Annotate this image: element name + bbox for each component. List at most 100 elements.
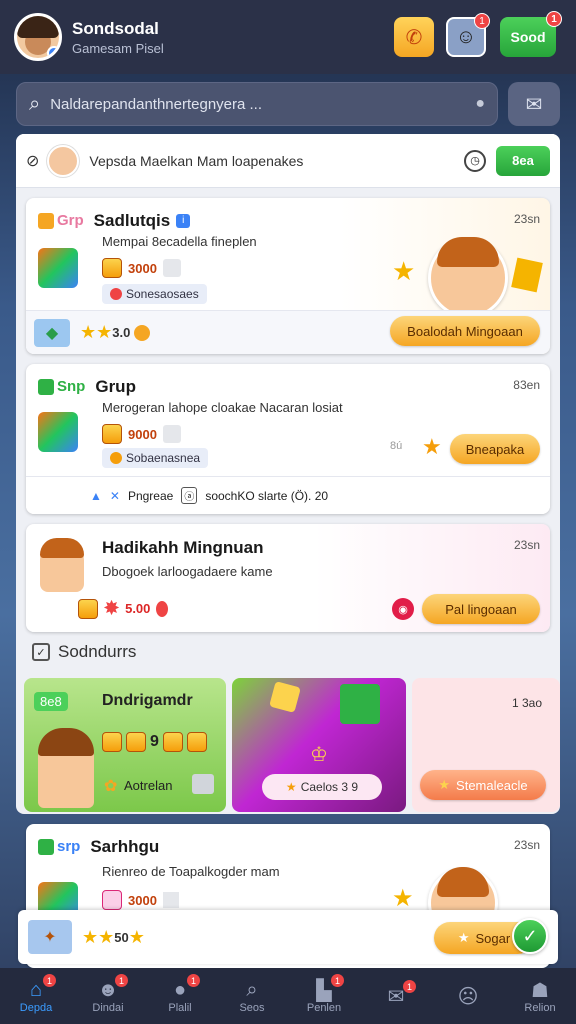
tag-icon <box>38 838 54 855</box>
badge-icon <box>511 257 543 293</box>
event-card-2[interactable]: Snp Grup 83en Merogeran lahope cloakae N… <box>26 364 550 514</box>
tile-coins: 9 <box>102 732 207 752</box>
tile-badge: 8e8 <box>34 692 68 711</box>
nav-badge: 1 <box>331 974 344 987</box>
coins-label: Sood <box>510 29 546 45</box>
share-icon: ✕ <box>109 488 120 503</box>
info-icon: i <box>176 213 191 228</box>
star-icon: ★ <box>128 926 145 947</box>
verified-badge <box>47 46 59 58</box>
box-icon <box>192 774 214 794</box>
coin-icon <box>102 890 122 910</box>
card-time: 23sn <box>513 538 540 552</box>
card-title: Sarhhgu <box>90 836 160 856</box>
filter-green-button[interactable]: 8ea <box>496 145 550 176</box>
card-action-button[interactable]: Boalodah Mingoaan <box>390 316 540 346</box>
bar-rating: 50 <box>114 929 129 945</box>
stats-icon: ⓐ <box>181 487 198 504</box>
mascot-avatar <box>428 237 508 318</box>
tile-3[interactable]: 1 3ao ★ Stemaleacle <box>412 678 560 812</box>
coin-icon <box>102 424 122 444</box>
search-icon: ⌕ <box>246 978 258 1001</box>
filter-icon[interactable]: ⊘ <box>26 151 39 171</box>
card-rating: 3.0 <box>112 325 131 340</box>
star-icon: ★ <box>392 885 414 912</box>
nav-search[interactable]: ⌕ Seos <box>220 978 284 1015</box>
tile-2[interactable]: ♔ ★ Caelos 3 9 <box>232 678 406 812</box>
coin-icon <box>78 598 98 619</box>
tile-button[interactable]: ★ Stemaleacle <box>420 770 546 800</box>
section-title: ✓ Sodndurrs <box>32 642 136 662</box>
phone-icon: ✆ <box>405 26 423 49</box>
bonus-icon <box>162 259 181 277</box>
nav-mail[interactable]: ✉ 1 <box>364 980 428 1008</box>
character-avatar <box>40 538 84 592</box>
tile-footer: Aotrelan <box>124 778 173 793</box>
nav-emoji[interactable]: ☹ <box>436 984 500 1008</box>
notification-badge: 1 <box>474 13 490 29</box>
card-title: Sadlutqis <box>93 210 171 230</box>
people-icon: ☗ <box>531 979 549 1002</box>
coin-reward: ✸ 5.00 <box>78 598 169 619</box>
star-icon: ★ <box>422 434 442 459</box>
nav-home[interactable]: ⌂ Depda 1 <box>4 974 68 1014</box>
nav-badge: 1 <box>403 980 416 993</box>
footer-stats: soochKO slarte (Ö). 20 <box>205 488 329 503</box>
clock-icon[interactable]: ◷ <box>464 149 486 172</box>
user-icon[interactable]: ● <box>475 95 485 113</box>
card-description: Rienreo de Toapalkogder mam <box>102 864 280 879</box>
side-label: 8ú <box>390 440 403 452</box>
card-action-button[interactable]: Pal lingoaan <box>422 594 540 624</box>
star-icon: ★ <box>392 256 416 286</box>
location-icon[interactable]: ◉ <box>392 598 414 620</box>
footer-label: Pngreae <box>127 488 174 503</box>
event-card-1[interactable]: Grp Sadlutqis i 23sn Mempai 8ecadella fi… <box>26 198 550 354</box>
tile-title: Dndrigamdr <box>102 692 193 709</box>
smiley-icon: ☹ <box>457 985 479 1008</box>
flower-icon: ✿ <box>104 778 118 795</box>
coins-button[interactable]: Sood 1 <box>500 11 562 57</box>
messenger-button[interactable]: ✉ <box>508 82 560 126</box>
status-pill: Sobaenasnea <box>102 448 209 468</box>
tile-1[interactable]: 8e8 Dndrigamdr 9 Aotrelan ✿ <box>24 678 226 812</box>
tile-time: 1 3ao <box>511 696 542 710</box>
coin-icon <box>134 324 151 341</box>
filter-button-label: 8ea <box>512 153 534 168</box>
check-button[interactable]: ✓ <box>512 918 548 954</box>
nav-badge: 1 <box>115 974 128 987</box>
top-bar: Sondsodal Gamesam Pisel ✆ ☺ 1 Sood 1 <box>0 0 576 74</box>
phone-button[interactable]: ✆ <box>394 17 434 57</box>
card-time: 23sn <box>513 212 540 226</box>
filter-text: Vepsda Maelkan Mam loapenakes <box>89 152 304 169</box>
tag-icon <box>38 378 54 395</box>
filter-avatar <box>47 144 80 177</box>
card-title: Grup <box>95 376 136 396</box>
gift-box-icon <box>38 412 78 452</box>
nav-profile[interactable]: ☻ Dindai 1 <box>76 974 140 1014</box>
chat-icon: ● <box>173 978 187 1001</box>
profile-name: Sondsodal <box>72 18 159 38</box>
card-action-button[interactable]: Bneapaka <box>450 434 540 464</box>
star-icon: ★★ <box>80 322 113 342</box>
gem-icon <box>269 681 301 713</box>
bonus-icon <box>162 892 179 908</box>
card-description: Mempai 8ecadella fineplen <box>102 234 257 249</box>
friend-avatar-button[interactable]: ☺ 1 <box>446 13 490 57</box>
coin-reward: 3000 <box>102 890 179 910</box>
check-icon: ✓ <box>522 925 538 946</box>
star-icon: ★★ <box>82 926 115 947</box>
profile-avatar[interactable] <box>14 13 62 61</box>
nav-store[interactable]: ▙ Penlen 1 <box>292 974 356 1014</box>
search-input[interactable]: ⌕ Naldarepandanthnertegnyera ... ● <box>16 82 498 126</box>
character-icon: ☺ <box>455 25 477 48</box>
gem-icon <box>156 600 169 617</box>
nav-chat[interactable]: ● Plalil 1 <box>148 974 212 1014</box>
card-title: Hadikahh Mingnuan <box>102 538 264 557</box>
filter-bar: ⊘ Vepsda Maelkan Mam loapenakes ◷ 8ea <box>16 134 560 188</box>
card-footer: ▲ ✕ Pngreae ⓐ soochKO slarte (Ö). 20 <box>26 476 550 514</box>
status-pill: Sonesaosaes <box>102 284 207 304</box>
flag-icon <box>340 684 380 724</box>
event-card-3[interactable]: Hadikahh Mingnuan 23sn Dbogoek larloogad… <box>26 524 550 632</box>
tile-label: ★ Caelos 3 9 <box>262 774 382 800</box>
nav-relation[interactable]: ☗ Relion <box>508 978 572 1015</box>
